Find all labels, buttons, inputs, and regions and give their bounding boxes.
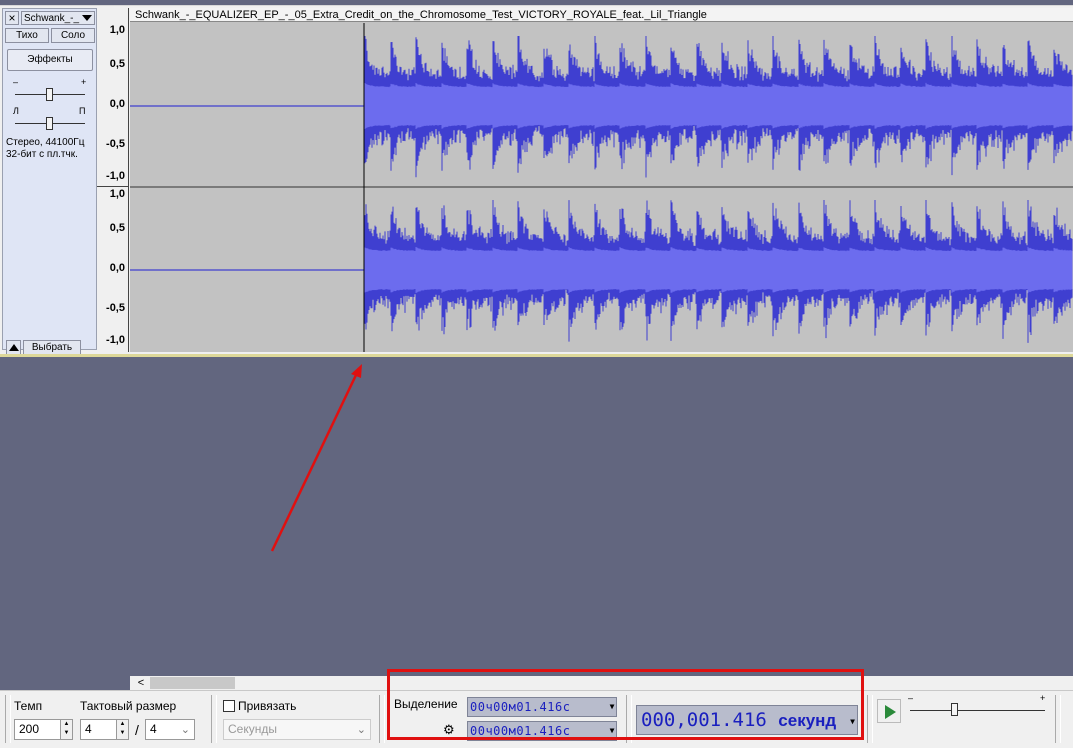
time-signature-separator: / (135, 722, 139, 738)
scale-label: -0,5 (106, 138, 125, 150)
track-format-rate: Стерео, 44100Гц (6, 137, 85, 148)
gain-plus-label: + (81, 77, 87, 87)
gain-slider[interactable] (46, 88, 53, 101)
toolbar-grip[interactable] (379, 695, 385, 743)
spin-arrows-icon[interactable]: ▲ ▼ (116, 720, 128, 739)
track-border (0, 354, 1073, 357)
snap-unit-select[interactable]: Секунды ⌄ (223, 719, 371, 740)
close-track-button[interactable]: × (5, 11, 19, 25)
channel-divider (97, 186, 128, 187)
effects-button[interactable]: Эффекты (7, 49, 93, 71)
collapse-track-button[interactable] (6, 340, 21, 355)
scroll-thumb[interactable] (150, 677, 235, 689)
scale-label: 1,0 (109, 188, 125, 200)
audio-track: × Schwank_-_ Тихо Соло Эффекты – + Л П С… (0, 5, 1073, 357)
track-control-panel: × Schwank_-_ Тихо Соло Эффекты – + Л П С… (2, 8, 97, 355)
denominator-value: 4 (150, 722, 157, 736)
select-track-button[interactable]: Выбрать (23, 340, 81, 355)
amplitude-ruler: 1,0 0,5 0,0 -0,5 -1,0 1,0 0,5 0,0 -0,5 -… (97, 8, 129, 352)
waveform[interactable] (130, 23, 1073, 352)
speed-slider-track (910, 710, 1045, 711)
scale-label: -1,0 (106, 170, 125, 182)
waveform-area[interactable]: Schwank_-_EQUALIZER_EP_-_05_Extra_Credit… (130, 8, 1073, 352)
track-name: Schwank_-_ (24, 13, 80, 24)
left-channel-waveform (130, 36, 1073, 178)
waveform-rms (364, 82, 1073, 130)
track-name-menu[interactable]: Schwank_-_ (21, 11, 95, 25)
scale-label: 0,5 (109, 58, 125, 70)
toolbar-grip[interactable] (1055, 695, 1061, 743)
chevron-down-icon: ⌄ (180, 724, 190, 736)
pan-slider[interactable] (46, 117, 53, 130)
scale-label: 0,0 (109, 98, 125, 110)
time-signature-numerator[interactable]: 4 ▲ ▼ (80, 719, 129, 740)
annotation-highlight-box (387, 669, 864, 740)
mute-button[interactable]: Тихо (5, 28, 49, 43)
pan-left-label: Л (13, 106, 19, 116)
pan-right-label: П (79, 106, 86, 116)
solo-button[interactable]: Соло (51, 28, 95, 43)
arrow-shaft (270, 374, 358, 552)
volume-plus-label: + (1040, 693, 1046, 703)
numerator-value: 4 (85, 722, 92, 736)
scale-label: -1,0 (106, 334, 125, 346)
volume-minus-label: – (908, 693, 914, 703)
snap-unit-value: Секунды (228, 722, 277, 736)
time-signature-label: Тактовый размер (80, 699, 177, 713)
scroll-left-icon[interactable]: < (134, 676, 148, 690)
tempo-input[interactable]: 200 ▲ ▼ (14, 719, 73, 740)
tempo-label: Темп (14, 699, 43, 713)
dropdown-arrow-icon (82, 15, 92, 21)
scale-label: -0,5 (106, 302, 125, 314)
waveform-rms (364, 246, 1073, 294)
spin-arrows-icon[interactable]: ▲ ▼ (60, 720, 72, 739)
snap-label: Привязать (238, 699, 297, 713)
scale-label: 0,5 (109, 222, 125, 234)
play-icon (885, 705, 896, 719)
toolbar-grip[interactable] (5, 695, 11, 743)
chevron-down-icon: ⌄ (356, 724, 366, 736)
scale-label: 1,0 (109, 24, 125, 36)
scale-label: 0,0 (109, 262, 125, 274)
snap-checkbox[interactable] (223, 700, 235, 712)
track-format-depth: 32-бит с пл.тчк. (6, 149, 78, 160)
arrow-head-icon (351, 364, 362, 378)
tempo-value: 200 (19, 722, 40, 736)
gain-minus-label: – (13, 77, 19, 87)
toolbar-grip[interactable] (867, 695, 873, 743)
collapse-arrow-icon (9, 344, 19, 351)
speed-slider[interactable] (951, 703, 958, 716)
time-signature-denominator[interactable]: 4 ⌄ (145, 719, 195, 740)
play-at-speed-button[interactable] (877, 699, 901, 723)
toolbar-grip[interactable] (211, 695, 217, 743)
clip-title[interactable]: Schwank_-_EQUALIZER_EP_-_05_Extra_Credit… (130, 8, 1073, 22)
right-channel-waveform (130, 200, 1073, 343)
